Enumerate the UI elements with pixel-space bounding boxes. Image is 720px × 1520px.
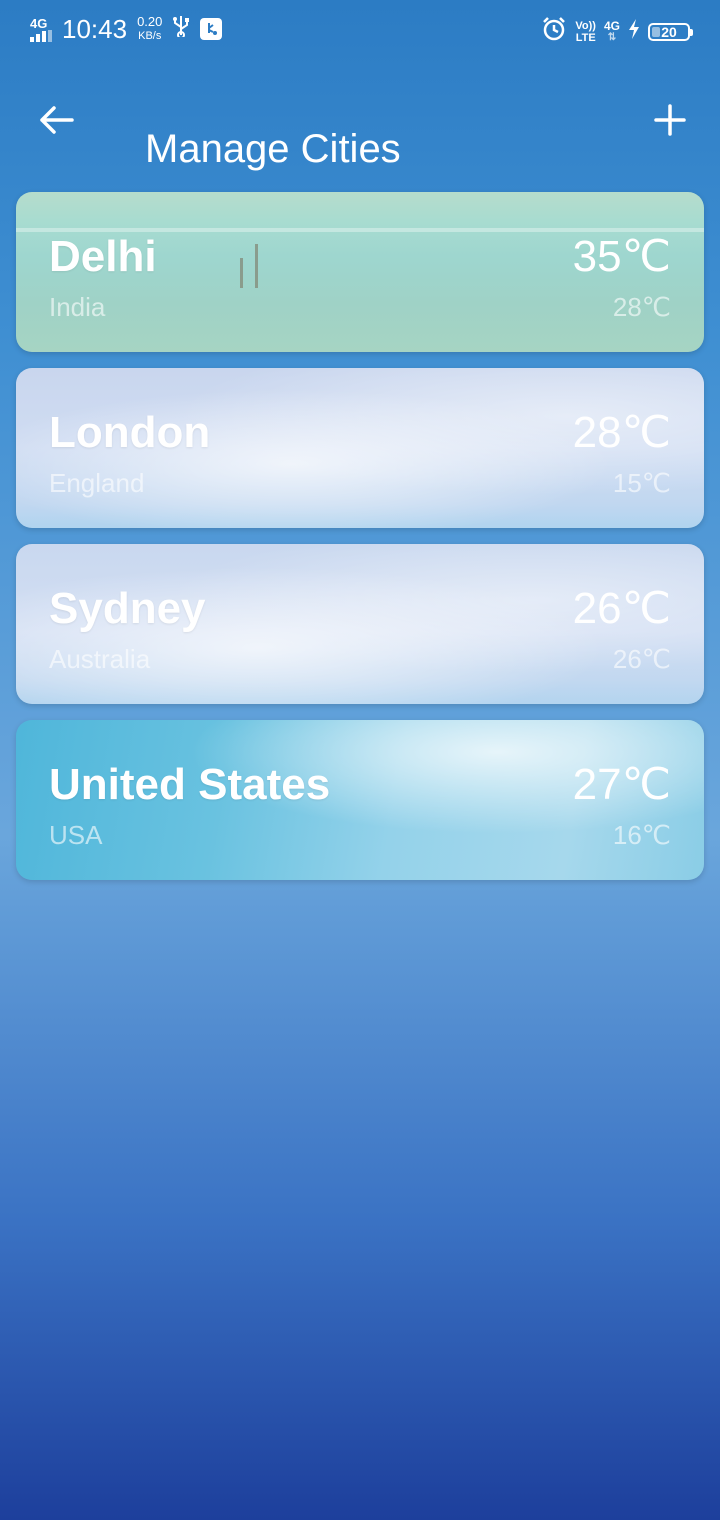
city-country: England [49, 468, 145, 498]
temp-low: 28℃ [612, 292, 671, 322]
battery-icon: 20 [648, 22, 693, 41]
temp-high: 35℃ [572, 232, 671, 281]
back-button[interactable] [30, 100, 82, 144]
city-card-delhi[interactable]: Delhi India 35℃ 28℃ [16, 192, 704, 352]
city-name: United States [49, 760, 331, 809]
usb-debug-icon [200, 18, 223, 40]
city-name: London [49, 408, 211, 457]
status-bar: 4G 10:43 0.20 KB/s Vo)) LTE 4G ⇅ 20 [0, 0, 720, 64]
status-right: Vo)) LTE 4G ⇅ 20 [541, 16, 693, 47]
add-city-button[interactable] [646, 98, 694, 146]
temp-high: 27℃ [572, 760, 671, 809]
network-speed: 0.20 KB/s [137, 15, 162, 43]
city-card-united-states[interactable]: United States USA 27℃ 16℃ [16, 720, 704, 880]
charging-icon [628, 19, 640, 44]
arrow-left-icon [38, 105, 74, 140]
city-card-london[interactable]: London England 28℃ 15℃ [16, 368, 704, 528]
speed-value: 0.20 [137, 14, 163, 29]
city-country: India [49, 292, 106, 322]
temp-high: 28℃ [572, 408, 671, 457]
network-label: 4G [30, 15, 48, 31]
plus-icon [654, 103, 686, 141]
card-background-posts [240, 240, 260, 288]
city-country: Australia [49, 644, 151, 674]
battery-level: 20 [661, 23, 677, 40]
network-4g-icon: 4G ⇅ [603, 18, 620, 43]
city-country: USA [49, 820, 103, 850]
usb-icon [172, 15, 190, 43]
city-name: Sydney [49, 584, 206, 633]
status-left: 4G 10:43 0.20 KB/s [30, 14, 223, 44]
temp-low: 26℃ [612, 644, 671, 674]
temp-low: 16℃ [612, 820, 671, 850]
city-card-sydney[interactable]: Sydney Australia 26℃ 26℃ [16, 544, 704, 704]
clock: 10:43 [62, 14, 128, 44]
volte-icon: Vo)) LTE [575, 19, 596, 44]
page-title: Manage Cities [145, 126, 401, 171]
signal-icon: 4G [30, 17, 52, 42]
city-name: Delhi [49, 232, 157, 281]
temp-high: 26℃ [572, 584, 671, 633]
speed-unit: KB/s [138, 30, 162, 42]
city-list: Delhi India 35℃ 28℃ London England 28℃ 1… [16, 192, 704, 896]
app-bar: Manage Cities [0, 88, 720, 171]
alarm-icon [541, 16, 567, 47]
temp-low: 15℃ [612, 468, 671, 498]
